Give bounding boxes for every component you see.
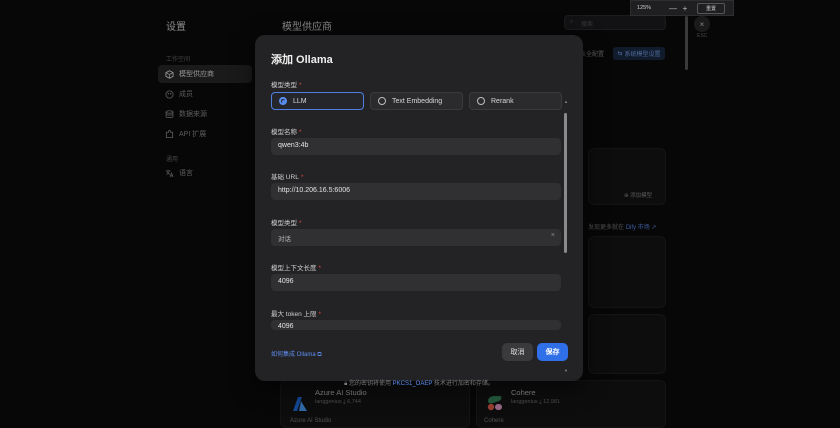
zoom-level: 125% [637,5,652,11]
nav-item-model-provider[interactable]: 模型供应商 [158,65,252,83]
members-icon [165,89,174,99]
scroll-down-icon[interactable]: ▼ [564,368,568,373]
page-scrollbar[interactable] [684,0,689,428]
dialog-scrollbar[interactable]: ▲ ▼ [564,99,568,373]
dialog-title: 添加 Ollama [271,54,333,66]
add-model-button[interactable]: ⊕ 添加模型 [624,191,652,199]
max-token-input[interactable]: 4096 [271,320,561,330]
download-icon: ⤓ [539,399,542,405]
external-link-icon: ⧉ [317,352,322,358]
clear-icon[interactable]: × [551,232,555,239]
base-url-input[interactable]: http://10.206.16.5:6006 [271,183,561,200]
context-length-input[interactable]: 4096 [271,274,561,291]
nav-item-members[interactable]: 成员 [158,85,252,103]
model-name-label: 模型名称 * [271,129,302,136]
puzzle-icon [165,129,174,139]
dify-marketplace-link[interactable]: 发现更多就在 Dify 市场 ↗ [588,222,656,231]
nav-item-api-extension[interactable]: API 扩展 [158,125,252,143]
provider-footer: Cohere [484,418,504,424]
close-icon: × [699,19,705,29]
nav-group-general: 通用 [166,157,179,163]
provider-meta: langgenius ⤓ 6,744 [315,399,361,405]
zoom-control: 125% — + 重置 [630,0,734,16]
provider-name: Cohere [511,388,536,397]
radio-llm[interactable]: LLM [271,92,364,110]
provider-card [588,314,666,374]
system-model-settings-button[interactable]: ⇆ 系统模型设置 [613,47,665,60]
pkcs-link[interactable]: PKCS1_OAEP [393,381,433,387]
radio-indicator [378,97,386,105]
nav-item-label: API 扩展 [179,131,207,138]
close-settings-button[interactable]: × [694,16,710,32]
plus-circle-icon: ⊕ [624,193,629,199]
cube-icon [165,69,174,79]
provider-footer: Azure AI Studio [290,418,332,424]
esc-hint: ESC [697,33,708,39]
translate-icon [165,169,174,178]
provider-card [588,236,666,308]
model-name-input[interactable]: qwen3:4b [271,138,561,155]
zoom-out-button[interactable]: — [667,4,679,13]
radio-text-embedding[interactable]: Text Embedding [370,92,463,110]
provider-cohere[interactable]: Cohere langgenius ⤓ 12,981 Cohere [484,388,560,424]
scroll-up-icon[interactable]: ▲ [564,99,568,104]
model-category-label: 模型类型 * [271,220,302,227]
ollama-help-link[interactable]: 如何集成 Ollama ⧉ [271,349,322,359]
external-link-icon: ↗ [651,225,657,231]
settings-title: 设置 [166,22,186,33]
provider-meta: langgenius ⤓ 12,981 [511,399,560,405]
provider-azure[interactable]: Azure AI Studio langgenius ⤓ 6,744 Azure… [290,388,367,424]
default-config-link[interactable]: 认全配置 [580,49,604,58]
nav-item-label: 语言 [179,170,193,177]
settings-nav: 设置 工作空间 模型供应商 成员 数据来源 API 扩展 通用 语言 [150,0,260,428]
scrollbar-thumb[interactable] [564,113,567,253]
model-category-select[interactable]: 对话 × [271,229,561,246]
radio-rerank[interactable]: Rerank [469,92,562,110]
radio-indicator [279,97,287,105]
nav-group-workspace: 工作空间 [166,57,191,63]
azure-logo-icon [293,397,307,411]
page-title: 模型供应商 [282,22,332,33]
search-input[interactable]: ⌕ 搜索 [564,15,666,30]
zoom-in-button[interactable]: + [679,4,691,13]
model-type-label: 模型类型 * [271,82,302,89]
nav-item-label: 成员 [179,91,193,98]
add-ollama-dialog: 添加 Ollama ▲ ▼ 模型类型 * LLM Text Embedding R… [255,35,583,381]
provider-name: Azure AI Studio [315,388,367,397]
nav-item-label: 模型供应商 [179,71,214,78]
encryption-notice: 🔒︎ 您的密钥将使用 PKCS1_OAEP 技术进行加密和存储。 [344,381,494,387]
scrollbar-thumb[interactable] [685,16,688,70]
download-icon: ⤓ [343,399,346,405]
cancel-button[interactable]: 取消 [502,343,533,361]
context-length-label: 模型上下文长度 * [271,265,322,272]
base-url-label: 基础 URL * [271,174,304,181]
max-token-label: 最大 token 上限 * [271,311,322,318]
cohere-logo-icon [487,396,502,411]
radio-indicator [477,97,485,105]
search-placeholder: 搜索 [581,22,594,28]
nav-item-label: 数据来源 [179,111,207,118]
nav-item-language[interactable]: 语言 [158,164,252,182]
settings-sliders-icon: ⇆ [617,51,623,57]
lock-icon: 🔒︎ [344,381,348,387]
zoom-reset-button[interactable]: 重置 [697,2,725,14]
save-button[interactable]: 保存 [537,343,568,361]
search-icon: ⌕ [570,19,574,25]
nav-item-data-source[interactable]: 数据来源 [158,105,252,123]
database-icon [165,109,174,119]
